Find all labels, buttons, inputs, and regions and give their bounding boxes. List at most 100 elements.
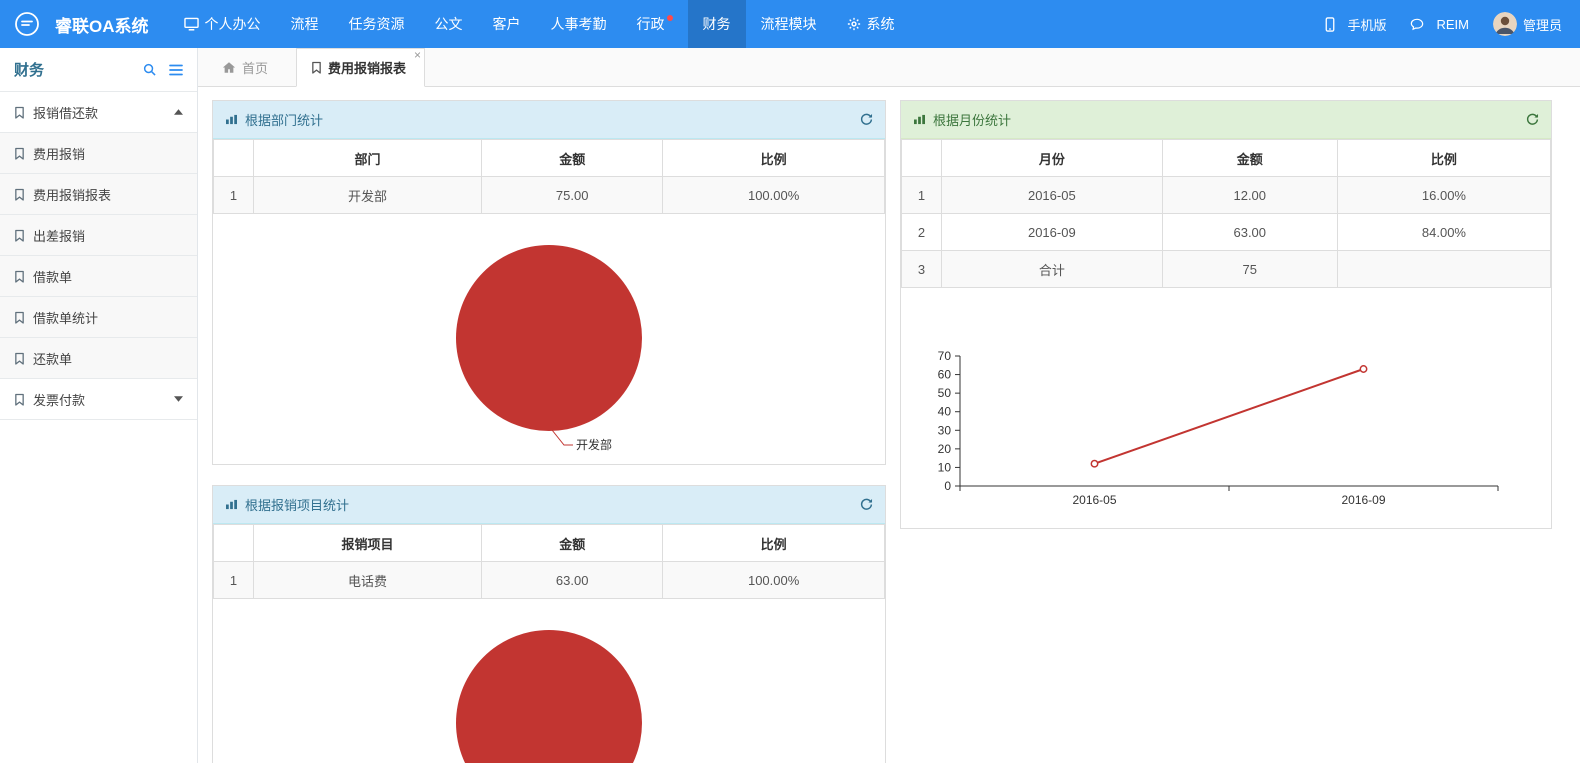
bar-chart-icon: [225, 114, 238, 125]
nav-item-4[interactable]: 客户: [478, 0, 536, 48]
bookmark-icon: [14, 229, 25, 242]
table-cell: 1: [902, 177, 942, 214]
nav-item-0[interactable]: 个人办公: [169, 0, 276, 48]
pie-chart-project: 电话费: [213, 599, 885, 763]
nav-item-9[interactable]: 系统: [832, 0, 910, 48]
nav-item-8[interactable]: 流程模块: [746, 0, 832, 48]
bookmark-icon: [311, 61, 322, 74]
column-header: 比例: [663, 140, 885, 177]
top-navbar: 睿联OA系统 个人办公流程任务资源 公文 客户人事考勤行政财务流程模块 系统 手机版 R…: [0, 0, 1580, 48]
table-cell: 2016-05: [942, 177, 1163, 214]
list-toggle-icon[interactable]: [169, 64, 183, 76]
column-header: 金额: [482, 140, 663, 177]
sidebar-item-2[interactable]: 费用报销报表: [0, 174, 197, 215]
search-icon[interactable]: [143, 63, 156, 76]
sidebar-item-label: 报销借还款: [33, 103, 98, 122]
sidebar-item-3[interactable]: 出差报销: [0, 215, 197, 256]
table-cell: 开发部: [254, 177, 482, 214]
sidebar-item-label: 还款单: [33, 349, 72, 368]
bookmark-icon: [14, 147, 25, 160]
nav-item-5[interactable]: 人事考勤: [536, 0, 622, 48]
sidebar-tools: [143, 63, 183, 76]
svg-text:2016-05: 2016-05: [1072, 493, 1116, 507]
table-cell: 16.00%: [1337, 177, 1550, 214]
nav-item-1[interactable]: 流程: [276, 0, 334, 48]
table-cell: 75: [1162, 251, 1337, 288]
bookmark-icon: [14, 270, 25, 283]
main-nav: 个人办公流程任务资源 公文 客户人事考勤行政财务流程模块 系统: [169, 0, 1314, 48]
column-header: 部门: [254, 140, 482, 177]
reim-link[interactable]: REIM: [1398, 17, 1481, 32]
column-header: [902, 140, 942, 177]
nav-item-label: 公文: [435, 14, 463, 34]
line-chart-area: 0102030405060702016-052016-09: [901, 288, 1551, 528]
main-row: 财务 报销借还款费用报销费用报销报表出差报销借款单借款单统计还款单发票付款 首页…: [0, 48, 1580, 763]
tab-expense-report[interactable]: 费用报销报表 ×: [296, 48, 425, 87]
sidebar-title: 财务: [14, 59, 44, 80]
panel-header: 根据部门统计: [213, 101, 885, 139]
panel-title: 根据月份统计: [933, 110, 1011, 129]
breadcrumb-home[interactable]: 首页: [222, 48, 268, 86]
svg-text:2016-09: 2016-09: [1341, 493, 1385, 507]
panel-title: 根据部门统计: [245, 110, 323, 129]
brand-logo-icon: [14, 11, 40, 37]
sidebar-item-label: 发票付款: [33, 390, 85, 409]
table-row: 1电话费63.00100.00%: [214, 562, 885, 599]
nav-item-label: 客户: [493, 14, 521, 34]
table-cell: 合计: [942, 251, 1163, 288]
sidebar-header: 财务: [0, 48, 197, 92]
table-cell: 3: [902, 251, 942, 288]
panel-header: 根据报销项目统计: [213, 486, 885, 524]
table-cell: 63.00: [482, 562, 663, 599]
svg-text:60: 60: [938, 368, 952, 382]
gear-icon: [847, 17, 861, 31]
nav-item-label: 财务: [703, 14, 731, 34]
refresh-button[interactable]: [1526, 113, 1539, 126]
close-icon[interactable]: ×: [414, 49, 421, 62]
bar-chart-icon: [225, 499, 238, 510]
table-cell: 12.00: [1162, 177, 1337, 214]
tabbar: 首页 费用报销报表 ×: [198, 48, 1580, 87]
sidebar-item-1[interactable]: 费用报销: [0, 133, 197, 174]
home-icon: [222, 61, 236, 74]
nav-item-label: 系统: [867, 14, 895, 34]
bookmark-icon: [14, 311, 25, 324]
bookmark-icon: [14, 188, 25, 201]
breadcrumb-home-label: 首页: [242, 58, 268, 77]
nav-item-6[interactable]: 行政: [622, 0, 688, 48]
refresh-button[interactable]: [860, 498, 873, 511]
table-row: 12016-0512.0016.00%: [902, 177, 1551, 214]
table-cell: 电话费: [254, 562, 482, 599]
brand[interactable]: 睿联OA系统: [0, 0, 169, 48]
nav-item-7[interactable]: 财务: [688, 0, 746, 48]
sidebar-item-0[interactable]: 报销借还款: [0, 92, 197, 133]
sidebar-item-6[interactable]: 还款单: [0, 338, 197, 379]
svg-text:50: 50: [938, 386, 952, 400]
refresh-button[interactable]: [860, 113, 873, 126]
nav-right-label: 手机版: [1347, 15, 1386, 34]
admin-user-menu[interactable]: 管理员: [1481, 12, 1574, 36]
chevron-down-icon: [174, 396, 183, 402]
table-cell: 2016-09: [942, 214, 1163, 251]
table-cell: 75.00: [482, 177, 663, 214]
column-header: 金额: [1162, 140, 1337, 177]
column-header: [214, 525, 254, 562]
mobile-version-link[interactable]: 手机版: [1313, 15, 1398, 34]
bookmark-icon: [14, 352, 25, 365]
sidebar-item-7[interactable]: 发票付款: [0, 379, 197, 420]
nav-item-3[interactable]: 公文: [420, 0, 478, 48]
sidebar-item-5[interactable]: 借款单统计: [0, 297, 197, 338]
brand-title: 睿联OA系统: [55, 12, 149, 37]
nav-item-2[interactable]: 任务资源: [334, 0, 420, 48]
table-header-row: 部门金额比例: [214, 140, 885, 177]
table-cell: 2: [902, 214, 942, 251]
nav-item-label: 任务资源: [349, 14, 405, 34]
table-cell: 100.00%: [663, 177, 885, 214]
column-header: 报销项目: [254, 525, 482, 562]
column-header: 金额: [482, 525, 663, 562]
column-header: 比例: [663, 525, 885, 562]
table-cell: 63.00: [1162, 214, 1337, 251]
pie-chart-department: 开发部: [213, 214, 885, 464]
sidebar-item-4[interactable]: 借款单: [0, 256, 197, 297]
panel-header: 根据月份统计: [901, 101, 1551, 139]
